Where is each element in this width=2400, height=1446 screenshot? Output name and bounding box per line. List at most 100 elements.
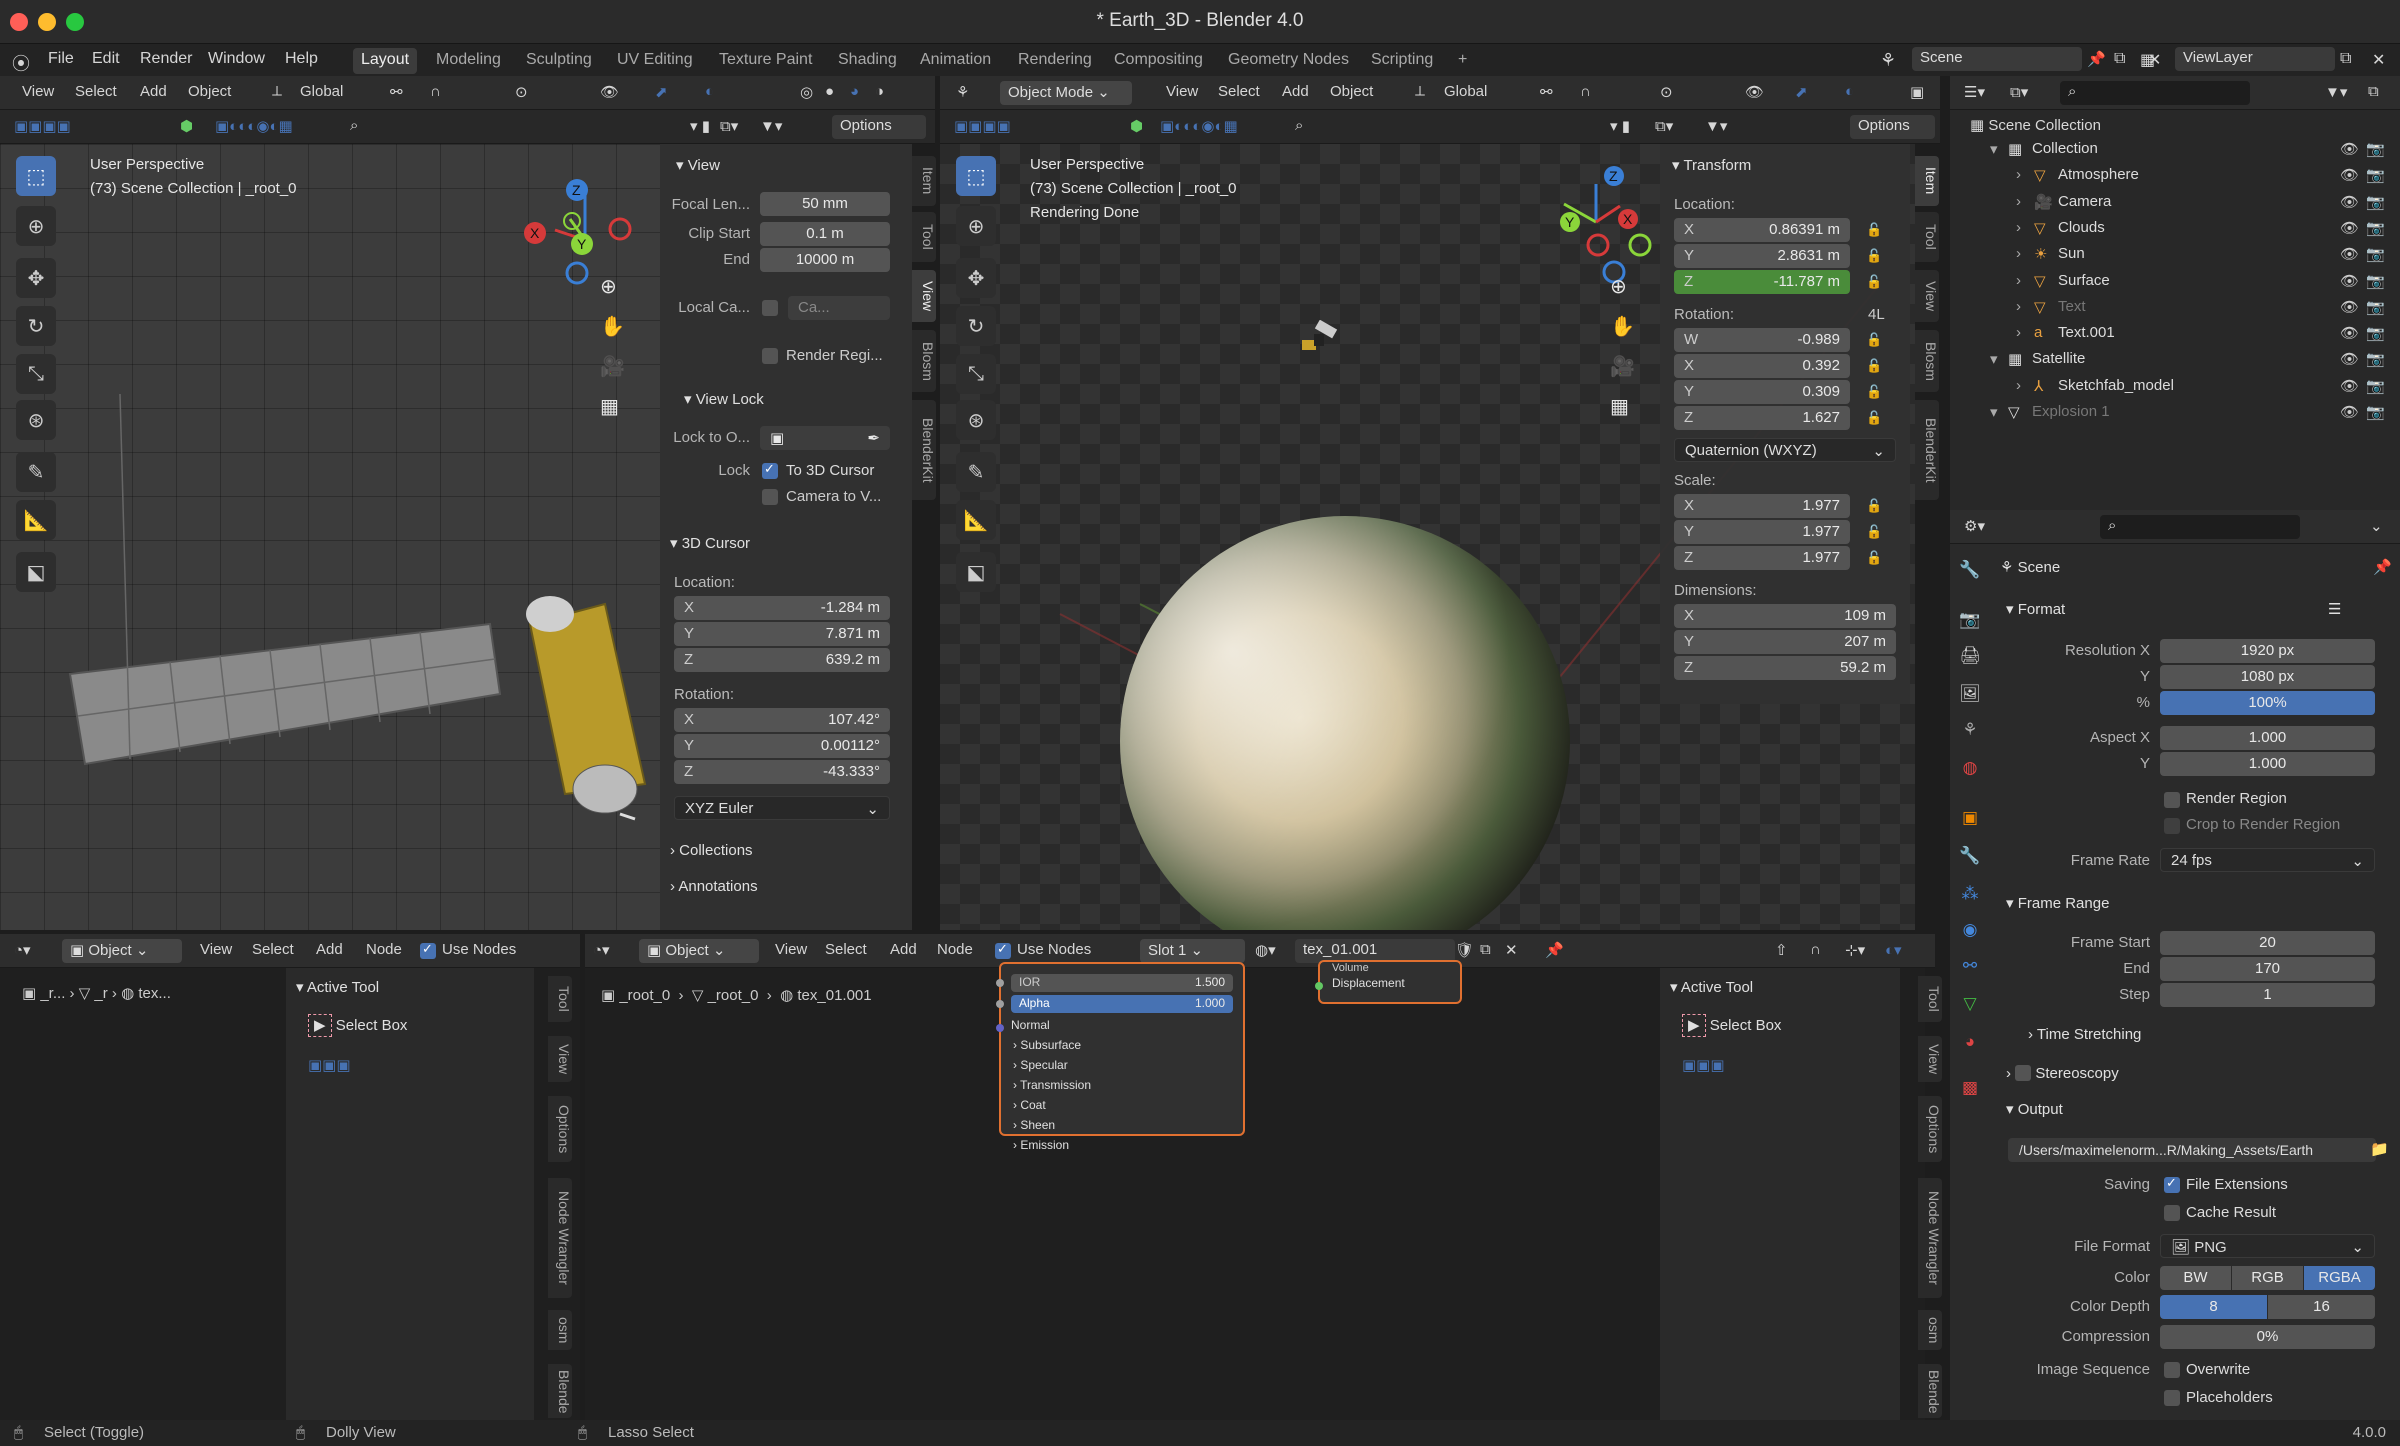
lock-icon[interactable]: 🔓 (1866, 384, 1882, 400)
lock-icon[interactable]: 🔓 (1866, 222, 1882, 238)
select-box-tool-icon[interactable]: ⬚ (956, 156, 996, 196)
expand-arrow-icon[interactable]: › (2016, 298, 2021, 315)
outliner-row[interactable]: › ☀ Sun 👁 📷 (1978, 245, 2388, 271)
gizmo-icon[interactable]: ⬈ (655, 83, 668, 101)
transform-tool-icon[interactable]: ⊛ (956, 400, 996, 440)
object-type-icon[interactable]: ⬢ (180, 117, 193, 135)
viewport2-menu-object[interactable]: Object (1330, 83, 1373, 100)
clip-start-field[interactable]: 0.1 m (760, 222, 890, 246)
dimension-x-field[interactable]: X 109 m (1674, 604, 1896, 628)
format-section[interactable]: ▾ Format (2006, 600, 2065, 618)
add-workspace-button[interactable]: + (1450, 48, 1475, 74)
lock-icon[interactable]: 🔓 (1866, 524, 1882, 540)
file-format-dropdown[interactable]: 🖼 PNG ⌄ (2160, 1234, 2375, 1258)
ne2-use-nodes-checkbox[interactable] (995, 941, 1011, 959)
3d-cursor-section[interactable]: ▾ 3D Cursor (670, 534, 750, 552)
tab-shading[interactable]: Shading (830, 48, 905, 74)
node-editor2-canvas[interactable]: ▣ _root_0 › ▽ _root_0 › ◍ tex_01.001 IOR… (585, 960, 1925, 1420)
pin-icon[interactable]: 📌 (2373, 558, 2392, 576)
outliner-root[interactable]: ▦ Scene Collection (1970, 116, 2101, 134)
modifier-tab-icon[interactable]: 🔧 (1958, 846, 1982, 870)
viewport1-menu-select[interactable]: Select (75, 83, 117, 100)
lock-icon[interactable]: 🔓 (1866, 248, 1882, 264)
proportional-edit-icon[interactable]: ⊙ (515, 83, 528, 101)
resolution-percent-field[interactable]: 100% (2160, 691, 2375, 715)
outliner-editor-icon[interactable]: ☰▾ (1964, 83, 1985, 101)
dimension-y-field[interactable]: Y 207 m (1674, 630, 1896, 654)
lock-to-object-field[interactable]: ▣ ✒ (760, 426, 890, 450)
menu-help[interactable]: Help (285, 50, 318, 68)
resolution-x-field[interactable]: 1920 px (2160, 639, 2375, 663)
viewport2-search-icon[interactable]: ⌕ (1295, 117, 1303, 134)
visibility-eye-icon[interactable]: 👁 (2340, 219, 2359, 237)
fake-user-icon[interactable]: 🛡 (1455, 941, 1474, 959)
ne2-tab-options[interactable]: Options (1918, 1096, 1942, 1162)
shading-wireframe-icon[interactable]: ◎ (800, 83, 813, 101)
lock-icon[interactable]: 🔓 (1866, 332, 1882, 348)
rotation-x-field[interactable]: X 0.392 (1674, 354, 1850, 378)
render-tab-icon[interactable]: 📷 (1958, 610, 1982, 634)
xray-icon[interactable]: ▣ (1910, 83, 1924, 101)
viewport1-menu-object[interactable]: Object (188, 83, 231, 100)
viewport1-menu-view[interactable]: View (22, 83, 54, 100)
render-visibility-icon[interactable]: 📷 (2366, 324, 2385, 342)
location-x-field[interactable]: X 0.86391 m (1674, 218, 1850, 242)
outliner-row[interactable]: › ▽ Surface 👁 📷 (1978, 272, 2388, 298)
expand-arrow-icon[interactable]: › (2016, 272, 2021, 289)
scale-y-field[interactable]: Y 1.977 (1674, 520, 1850, 544)
editor-type-icon[interactable]: ⚘ (956, 83, 969, 101)
visibility-eye-icon[interactable]: 👁 (2340, 245, 2359, 263)
render-visibility-icon[interactable]: 📷 (2366, 377, 2385, 395)
cursor-tool-icon[interactable]: ⊕ (956, 206, 996, 246)
viewport1-transform-orientation[interactable]: Global (300, 83, 343, 100)
crumb[interactable]: _r... (40, 985, 65, 1002)
visibility-eye-icon[interactable]: 👁 (2340, 166, 2359, 184)
render-region-checkbox[interactable] (762, 348, 778, 364)
cursor-rotation-x[interactable]: X 107.42° (674, 708, 890, 732)
zoom-icon[interactable]: ⊕ (1610, 274, 1627, 299)
overlay-icon[interactable]: ◐▾ (1885, 941, 1902, 959)
eyedropper-icon[interactable]: ✒ (867, 429, 880, 447)
navigation-gizmo[interactable]: Z Y X (1530, 164, 1660, 294)
visibility-eye-icon[interactable]: 👁 (2340, 140, 2359, 158)
unlink-material-icon[interactable]: ✕ (1505, 941, 1518, 959)
node-editor1-canvas[interactable]: ▣ _r... › ▽ _r › ◍ tex... ▾ Active Tool … (0, 968, 580, 1420)
outliner-row[interactable]: › ⅄ Sketchfab_model 👁 📷 (1978, 377, 2388, 403)
color-depth-8-option[interactable]: 8 (2160, 1295, 2267, 1319)
visibility-eye-icon[interactable]: 👁 (2340, 193, 2359, 211)
parent-node-tree-icon[interactable]: ⇧ (1775, 941, 1788, 959)
vp2-tab-blosm[interactable]: Blosm (1915, 330, 1939, 392)
menu-window[interactable]: Window (208, 50, 265, 68)
new-viewlayer-icon[interactable]: ⧉ (2340, 50, 2351, 68)
ne2-tab-blende[interactable]: Blende (1918, 1364, 1942, 1418)
ior-socket[interactable] (996, 979, 1004, 987)
transform-orientation-icon[interactable]: ⟂ (1415, 83, 1425, 100)
render-visibility-icon[interactable]: 📷 (2366, 272, 2385, 290)
select-box-tool[interactable]: ▶ Select Box (308, 1014, 407, 1037)
color-rgba-option[interactable]: RGBA (2304, 1266, 2375, 1290)
select-box-tool[interactable]: ▶ Select Box (1682, 1014, 1781, 1037)
proportional-edit-icon[interactable]: ⊙ (1660, 83, 1673, 101)
rotate-tool-icon[interactable]: ↻ (16, 306, 56, 346)
add-cube-tool-icon[interactable]: ⬕ (956, 552, 996, 592)
ortho-grid-icon[interactable]: ▦ (600, 394, 619, 419)
stereoscopy-checkbox[interactable] (2015, 1065, 2032, 1081)
alpha-field[interactable]: Alpha 1.000 (1011, 995, 1233, 1013)
lock-icon[interactable]: 🔓 (1866, 274, 1882, 290)
annotate-tool-icon[interactable]: ✎ (16, 452, 56, 492)
outliner-row[interactable]: ▾ ▦ Satellite 👁 📷 (1978, 350, 2388, 376)
ne1-menu-add[interactable]: Add (316, 941, 343, 958)
subsurface-panel[interactable]: › Subsurface (1013, 1038, 1081, 1052)
filter-icon[interactable]: ▼▾ (1705, 117, 1727, 135)
ne1-tab-options[interactable]: Options (548, 1096, 572, 1162)
camera-to-view-checkbox[interactable] (762, 489, 778, 505)
duplicate-material-icon[interactable]: ⧉ (1480, 941, 1491, 958)
ne2-tab-tool[interactable]: Tool (1918, 976, 1942, 1022)
pan-hand-icon[interactable]: ✋ (600, 314, 625, 339)
expand-arrow-icon[interactable]: ▾ (1990, 403, 1998, 421)
rotation-4l-toggle[interactable]: 4L (1868, 306, 1885, 323)
tab-animation[interactable]: Animation (912, 48, 999, 74)
color-bw-option[interactable]: BW (2160, 1266, 2231, 1290)
pin-icon[interactable]: 📌 (2087, 50, 2106, 68)
frame-rate-dropdown[interactable]: 24 fps ⌄ (2160, 848, 2375, 872)
